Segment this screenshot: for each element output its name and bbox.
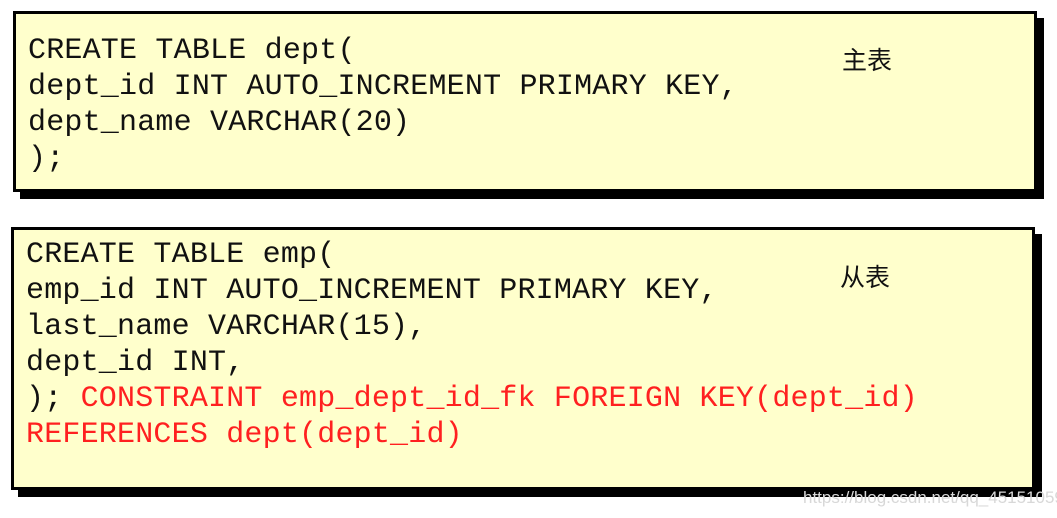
code-line: CREATE TABLE dept( (28, 34, 356, 68)
code-line: emp_id INT AUTO_INCREMENT PRIMARY KEY, (26, 274, 718, 308)
dept-sql-code: CREATE TABLE dept(dept_id INT AUTO_INCRE… (28, 33, 738, 177)
emp-table-code-box: CREATE TABLE emp(emp_id INT AUTO_INCREME… (11, 227, 1035, 490)
code-line: dept_id INT AUTO_INCREMENT PRIMARY KEY, (28, 70, 738, 104)
code-line: ); CONSTRAINT emp_dept_id_fk FOREIGN KEY… (26, 381, 918, 417)
code-line: dept_name VARCHAR(20) (28, 106, 411, 140)
main-table-label: 主表 (842, 46, 893, 75)
foreign-key-constraint: CONSTRAINT emp_dept_id_fk FOREIGN KEY(de… (62, 382, 918, 416)
dept-table-code-box: CREATE TABLE dept(dept_id INT AUTO_INCRE… (13, 11, 1037, 192)
references-clause: REFERENCES dept(dept_id) (26, 418, 463, 452)
watermark: https://blog.csdn.net/qq_45151059 (803, 488, 1057, 507)
emp-sql-code: CREATE TABLE emp(emp_id INT AUTO_INCREME… (26, 237, 918, 453)
code-line: ); (28, 142, 65, 176)
child-table-label: 从表 (840, 263, 891, 292)
code-line: dept_id INT, (26, 346, 245, 380)
code-line: last_name VARCHAR(15), (26, 310, 427, 344)
code-line: CREATE TABLE emp( (26, 238, 336, 272)
closing-paren: ); (26, 382, 63, 416)
